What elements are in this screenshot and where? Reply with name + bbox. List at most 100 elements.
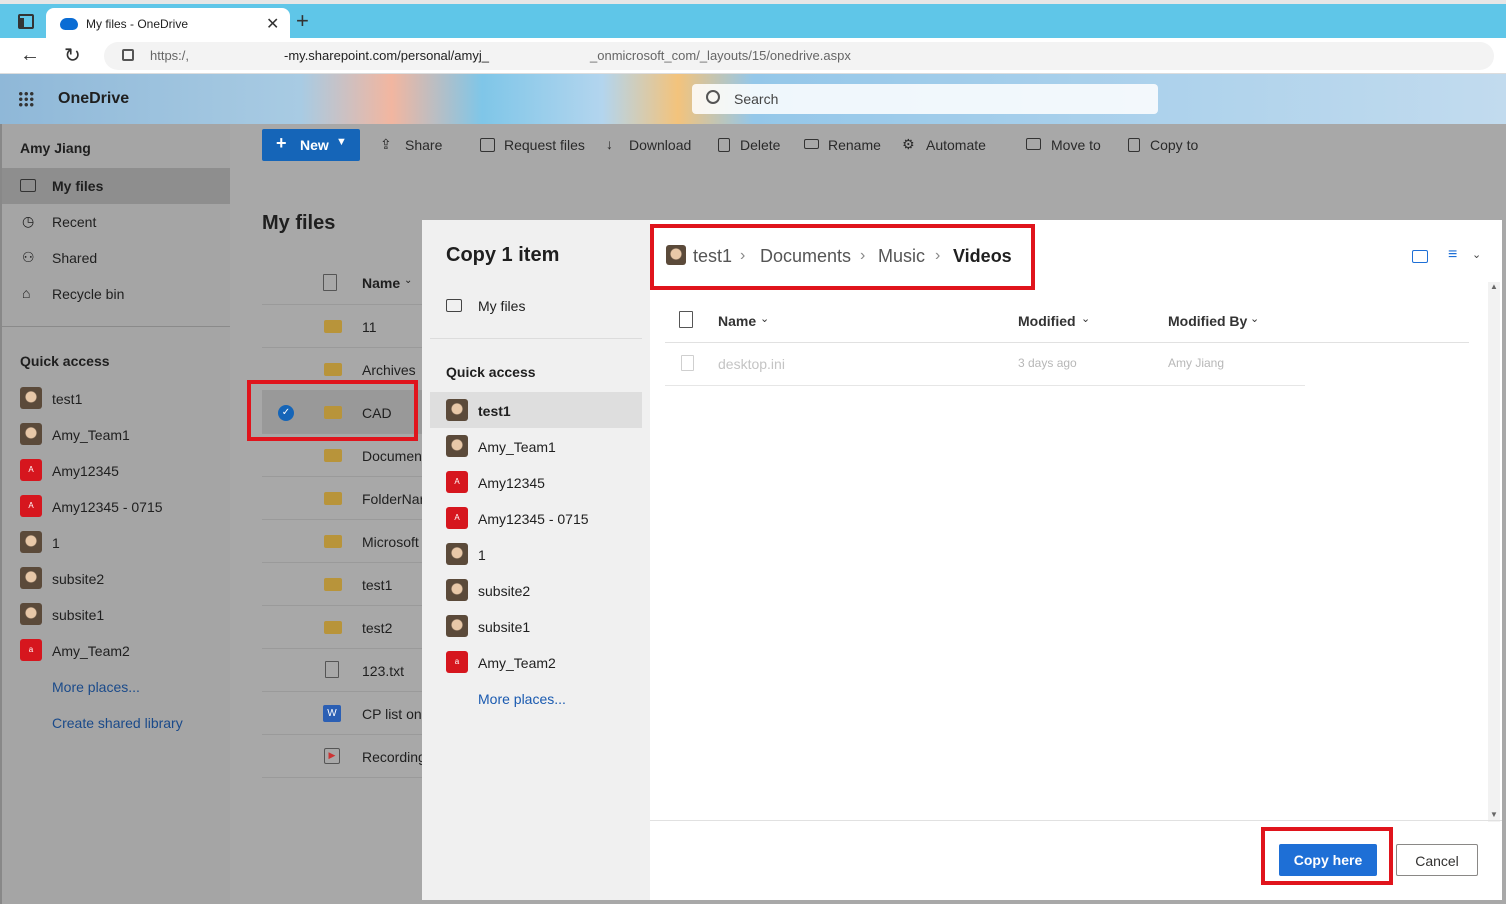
quick-access-item[interactable]: Amy_Team1: [52, 427, 130, 443]
file-item[interactable]: Recording: [362, 749, 422, 765]
new-tab-icon[interactable]: +: [296, 10, 309, 32]
quick-access-item[interactable]: Amy_Team2: [52, 643, 130, 659]
quick-access-item[interactable]: Amy12345 - 0715: [52, 499, 163, 515]
new-folder-icon[interactable]: [1412, 250, 1428, 263]
automate-icon: ⚙: [902, 136, 915, 152]
word-file-icon: W: [323, 705, 341, 722]
site-avatar: a: [446, 651, 468, 673]
move-to-button[interactable]: Move to: [1051, 137, 1101, 153]
copy-to-button[interactable]: Copy to: [1150, 137, 1198, 153]
dialog-title: Copy 1 item: [446, 244, 560, 266]
folder-icon: [446, 299, 462, 312]
sidebar: Amy Jiang My files ◷ Recent ⚇ Shared ⌂ R…: [0, 124, 230, 904]
divider: [262, 562, 422, 563]
quick-access-item[interactable]: Amy_Team1: [478, 439, 556, 455]
quick-access-item[interactable]: 1: [52, 535, 60, 551]
reload-icon[interactable]: ↻: [64, 43, 81, 68]
scrollbar[interactable]: ▲ ▼: [1488, 282, 1500, 822]
site-avatar: a: [20, 639, 42, 661]
file-item[interactable]: 11: [362, 319, 377, 335]
site-avatar: [446, 615, 468, 637]
rename-icon: [804, 139, 819, 149]
url-suffix: _onmicrosoft_com/_layouts/15/onedrive.as…: [590, 48, 851, 63]
quick-access-item[interactable]: test1: [52, 391, 82, 407]
name-column-header[interactable]: Name: [718, 313, 756, 329]
quick-access-item[interactable]: Amy12345: [52, 463, 119, 479]
tab-actions-icon[interactable]: [18, 14, 34, 29]
file-modified-by: Amy Jiang: [1168, 356, 1225, 370]
back-icon[interactable]: ←: [20, 44, 40, 67]
view-options-icon[interactable]: ≡: [1448, 246, 1457, 264]
file-item[interactable]: CP list on: [362, 706, 422, 722]
quick-access-item[interactable]: subsite2: [52, 571, 104, 587]
file-type-icon: [323, 274, 337, 291]
modified-column-header[interactable]: Modified: [1018, 313, 1076, 329]
file-item[interactable]: test1: [362, 577, 392, 593]
quick-access-item[interactable]: test1: [478, 403, 511, 419]
copy-dialog-nav: Copy 1 item My files Quick access test1 …: [422, 220, 650, 900]
quick-access-item[interactable]: Amy_Team2: [478, 655, 556, 671]
more-places-link[interactable]: More places...: [52, 679, 140, 695]
nav-recent[interactable]: Recent: [52, 214, 96, 230]
site-avatar: A: [446, 471, 468, 493]
new-button[interactable]: + New ▼: [262, 129, 360, 161]
site-avatar: [446, 435, 468, 457]
delete-button[interactable]: Delete: [740, 137, 780, 153]
move-to-icon: [1026, 138, 1041, 150]
share-icon: ⇪: [380, 136, 392, 152]
tab-title: My files - OneDrive: [86, 17, 189, 31]
browser-tab[interactable]: My files - OneDrive ✕: [46, 8, 290, 42]
nav-my-files[interactable]: My files: [52, 178, 103, 194]
nav-recycle-bin[interactable]: Recycle bin: [52, 286, 124, 302]
file-item[interactable]: test2: [362, 620, 392, 636]
search-box[interactable]: Search: [692, 84, 1158, 114]
url-field[interactable]: https:/, -my.sharepoint.com/personal/amy…: [104, 42, 1494, 70]
nav-shared[interactable]: Shared: [52, 250, 97, 266]
app-title[interactable]: OneDrive: [58, 90, 129, 108]
user-name: Amy Jiang: [20, 140, 91, 156]
highlight-cad: [247, 380, 418, 441]
quick-access-item[interactable]: 1: [478, 547, 486, 563]
create-shared-library-link[interactable]: Create shared library: [52, 715, 183, 731]
divider: [650, 820, 1502, 821]
site-avatar: [20, 603, 42, 625]
request-files-button[interactable]: Request files: [504, 137, 585, 153]
delete-icon: [718, 138, 730, 152]
highlight-copy-here: [1261, 827, 1393, 885]
recycle-bin-icon: ⌂: [22, 285, 31, 301]
chevron-down-icon[interactable]: ⌄: [1472, 248, 1481, 261]
page-title: My files: [262, 212, 336, 234]
scroll-up-icon[interactable]: ▲: [1490, 282, 1498, 291]
site-avatar: A: [20, 459, 42, 481]
divider: [262, 347, 422, 348]
file-item[interactable]: Microsoft: [362, 534, 422, 550]
divider: [262, 519, 422, 520]
folder-icon: [20, 179, 36, 192]
quick-access-item[interactable]: Amy12345 - 0715: [478, 511, 589, 527]
my-files-item[interactable]: My files: [478, 298, 525, 314]
name-column-header[interactable]: Name: [362, 275, 400, 291]
quick-access-item[interactable]: subsite2: [478, 583, 530, 599]
site-avatar: [20, 423, 42, 445]
modified-by-column-header[interactable]: Modified By: [1168, 313, 1247, 329]
app-launcher-icon[interactable]: [18, 91, 34, 107]
file-item[interactable]: 123.txt: [362, 663, 404, 679]
quick-access-item[interactable]: Amy12345: [478, 475, 545, 491]
more-places-link[interactable]: More places...: [478, 691, 566, 707]
download-button[interactable]: Download: [629, 137, 691, 153]
lock-icon[interactable]: [122, 49, 134, 61]
divider: [2, 326, 230, 327]
rename-button[interactable]: Rename: [828, 137, 881, 153]
automate-button[interactable]: Automate: [926, 137, 986, 153]
file-item[interactable]: Archives: [362, 362, 416, 378]
quick-access-item[interactable]: subsite1: [52, 607, 104, 623]
quick-access-item[interactable]: subsite1: [478, 619, 530, 635]
file-item[interactable]: FolderNar: [362, 491, 422, 507]
ini-file-icon: [681, 355, 694, 371]
divider: [430, 338, 642, 339]
scroll-down-icon[interactable]: ▼: [1490, 810, 1498, 819]
file-item[interactable]: Documen: [362, 448, 422, 464]
cancel-button[interactable]: Cancel: [1396, 844, 1478, 876]
close-tab-icon[interactable]: ✕: [266, 14, 279, 34]
share-button[interactable]: Share: [405, 137, 442, 153]
